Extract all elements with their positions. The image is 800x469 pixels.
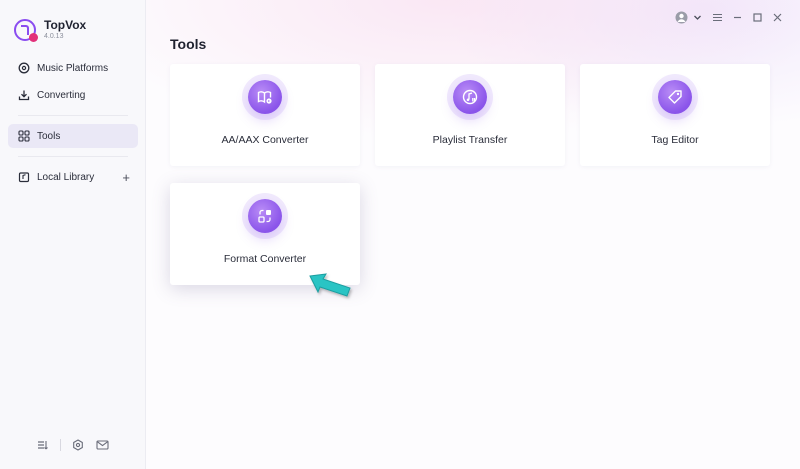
playlist-icon xyxy=(453,80,487,114)
page-title: Tools xyxy=(170,36,207,52)
sidebar: TopVox 4.0.13 Music Platforms Converting xyxy=(0,0,146,469)
topvox-logo-icon xyxy=(14,19,38,42)
settings-hex-icon[interactable] xyxy=(71,438,85,452)
library-icon xyxy=(18,171,30,183)
app-window: TopVox 4.0.13 Music Platforms Converting xyxy=(0,0,800,469)
sidebar-item-converting[interactable]: Converting xyxy=(8,83,138,107)
tool-card-aa-aax-converter[interactable]: AA/AAX Converter xyxy=(170,64,360,166)
tool-card-label: Format Converter xyxy=(223,253,307,265)
tool-card-playlist-transfer[interactable]: Playlist Transfer xyxy=(375,64,565,166)
tool-card-label: Playlist Transfer xyxy=(432,134,508,146)
sidebar-item-label: Tools xyxy=(37,130,61,142)
app-version: 4.0.13 xyxy=(44,33,64,40)
tool-card-label: AA/AAX Converter xyxy=(221,134,309,146)
tool-card-label: Tag Editor xyxy=(651,134,699,146)
chevron-down-icon[interactable] xyxy=(690,10,704,24)
sidebar-item-music-platforms[interactable]: Music Platforms xyxy=(8,56,138,80)
download-icon xyxy=(18,89,30,101)
app-name: TopVox xyxy=(44,18,87,32)
nav-divider xyxy=(18,115,128,116)
minimize-icon[interactable] xyxy=(730,10,744,24)
close-icon[interactable] xyxy=(770,10,784,24)
list-settings-icon[interactable] xyxy=(36,438,50,452)
add-library-button[interactable]: + xyxy=(122,170,130,185)
user-avatar-icon[interactable] xyxy=(674,10,688,24)
grid-icon xyxy=(18,130,30,142)
format-convert-icon xyxy=(248,199,282,233)
sidebar-item-label: Converting xyxy=(37,89,86,101)
pointer-arrow-icon xyxy=(309,273,351,297)
sidebar-footer xyxy=(36,438,119,452)
nav-divider xyxy=(18,156,128,157)
footer-divider xyxy=(60,439,61,451)
sidebar-item-local-library[interactable]: Local Library + xyxy=(8,165,138,189)
menu-icon[interactable] xyxy=(710,10,724,24)
sidebar-item-label: Music Platforms xyxy=(37,62,109,74)
maximize-icon[interactable] xyxy=(750,10,764,24)
tag-icon xyxy=(658,80,692,114)
sidebar-item-label: Local Library xyxy=(37,171,95,183)
main-content: Tools AA/AAX Converter Playlist Transfer… xyxy=(146,0,800,469)
music-disc-icon xyxy=(18,62,30,74)
window-controls xyxy=(668,10,784,24)
brand: TopVox 4.0.13 xyxy=(14,18,86,42)
sidebar-nav: Music Platforms Converting Tools Local L… xyxy=(8,56,138,192)
tool-card-tag-editor[interactable]: Tag Editor xyxy=(580,64,770,166)
mail-icon[interactable] xyxy=(95,438,109,452)
sidebar-item-tools[interactable]: Tools xyxy=(8,124,138,148)
audiobook-icon xyxy=(248,80,282,114)
